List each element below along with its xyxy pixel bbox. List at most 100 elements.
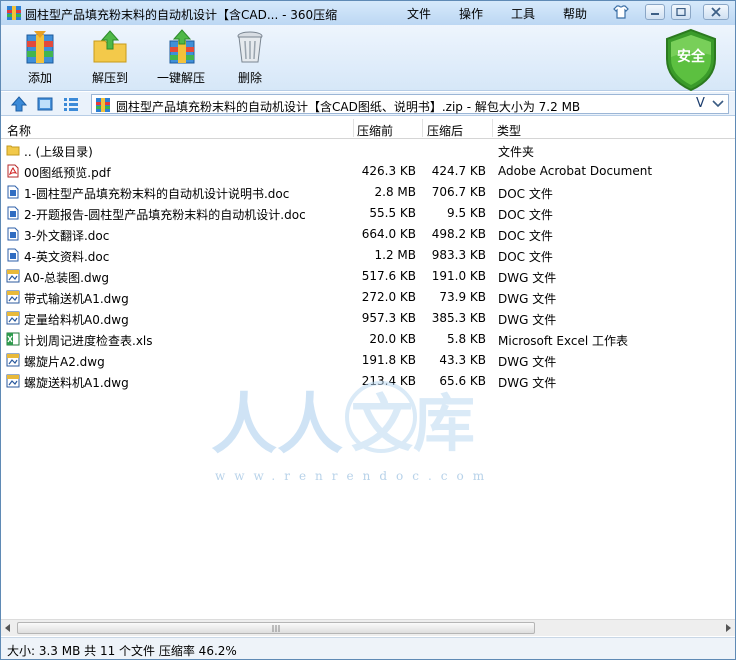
file-size: 55.5 KB	[369, 206, 416, 220]
app-logo-icon	[7, 6, 21, 20]
file-type: DWG 文件	[498, 271, 557, 285]
file-row[interactable]: A0-总装图.dwg 517.6 KB 191.0 KB DWG 文件	[1, 266, 735, 287]
doc-icon	[6, 248, 20, 265]
file-compressed-size: 424.7 KB	[431, 164, 486, 178]
file-size: 191.8 KB	[361, 353, 416, 367]
title-bar: 圆柱型产品填充粉末料的自动机设计【含CAD... - 360压缩 文件 操作 工…	[1, 1, 735, 25]
archive-icon	[96, 98, 110, 112]
close-icon	[711, 7, 721, 17]
file-name: 00图纸预览.pdf	[24, 166, 111, 180]
file-type: DOC 文件	[498, 187, 553, 201]
column-divider[interactable]	[353, 119, 354, 137]
column-size[interactable]: 压缩前	[357, 122, 393, 139]
svg-text:文库: 文库	[351, 387, 475, 460]
file-compressed-size: 706.7 KB	[431, 185, 486, 199]
dwg-icon	[6, 374, 20, 391]
file-name: 计划周记进度检查表.xls	[24, 334, 153, 348]
window-title: 圆柱型产品填充粉末料的自动机设计【含CAD... - 360压缩	[25, 8, 338, 22]
file-size: 2.8 MB	[374, 185, 416, 199]
grip-icon	[272, 625, 280, 632]
file-compressed-size: 191.0 KB	[431, 269, 486, 283]
file-name: 1-圆柱型产品填充粉末料的自动机设计说明书.doc	[24, 187, 290, 201]
file-row[interactable]: 带式输送机A1.dwg 272.0 KB 73.9 KB DWG 文件	[1, 287, 735, 308]
file-row[interactable]: 00图纸预览.pdf 426.3 KB 424.7 KB Adobe Acrobat …	[1, 161, 735, 182]
file-compressed-size: 983.3 KB	[431, 248, 486, 262]
minimize-button[interactable]	[645, 4, 665, 20]
file-row[interactable]: 螺旋送料机A1.dwg 213.4 KB 65.6 KB DWG 文件	[1, 371, 735, 392]
menu-operation[interactable]: 操作	[459, 5, 483, 22]
file-size: 20.0 KB	[369, 332, 416, 346]
column-name[interactable]: 名称	[7, 122, 31, 139]
file-compressed-size: 43.3 KB	[439, 353, 486, 367]
column-divider[interactable]	[422, 119, 423, 137]
watermark-url: www.renrendoc.com	[215, 469, 494, 483]
skin-shirt-icon[interactable]	[613, 5, 629, 19]
security-badge[interactable]: 安全	[661, 27, 721, 93]
dwg-icon	[6, 353, 20, 370]
delete-button[interactable]: 删除	[218, 29, 282, 87]
file-row[interactable]: 螺旋片A2.dwg 191.8 KB 43.3 KB DWG 文件	[1, 350, 735, 371]
file-compressed-size: 73.9 KB	[439, 290, 486, 304]
add-button-label: 添加	[27, 71, 52, 85]
file-name: 带式输送机A1.dwg	[24, 292, 129, 306]
quick-extract-label: 一键解压	[156, 71, 205, 85]
delete-label: 删除	[237, 71, 262, 85]
trash-icon	[237, 31, 263, 63]
file-compressed-size: 385.3 KB	[431, 311, 486, 325]
scroll-right-icon[interactable]	[724, 624, 732, 632]
file-row[interactable]: .. (上级目录) 文件夹	[1, 140, 735, 161]
up-arrow-icon[interactable]	[11, 96, 27, 112]
menu-tools[interactable]: 工具	[511, 5, 535, 22]
close-button[interactable]	[703, 4, 729, 20]
maximize-button[interactable]	[671, 4, 691, 20]
file-row[interactable]: 4-英文资料.doc 1.2 MB 983.3 KB DOC 文件	[1, 245, 735, 266]
file-size: 213.4 KB	[361, 374, 416, 388]
dwg-icon	[6, 290, 20, 307]
view-large-icon[interactable]	[37, 96, 53, 112]
file-size: 957.3 KB	[361, 311, 416, 325]
file-row[interactable]: 2-开题报告-圆柱型产品填充粉末料的自动机设计.doc 55.5 KB 9.5 KB…	[1, 203, 735, 224]
app-window: 圆柱型产品填充粉末料的自动机设计【含CAD... - 360压缩 文件 操作 工…	[0, 0, 736, 660]
file-row[interactable]: 定量给料机A0.dwg 957.3 KB 385.3 KB DWG 文件	[1, 308, 735, 329]
file-list: 名称 压缩前 压缩后 类型 .. (上级目录) 文件夹 00图纸预览.pdf 426.…	[1, 117, 735, 619]
horizontal-scrollbar[interactable]	[1, 619, 735, 636]
file-type: Adobe Acrobat Document	[498, 164, 653, 178]
file-type: DOC 文件	[498, 250, 553, 264]
quick-extract-button[interactable]: 一键解压	[149, 29, 213, 87]
file-type: DWG 文件	[498, 355, 557, 369]
column-divider[interactable]	[492, 119, 493, 137]
file-compressed-size: 9.5 KB	[447, 206, 486, 220]
status-bar: 大小: 3.3 MB 共 11 个文件 压缩率 46.2%	[1, 637, 735, 659]
xls-icon	[6, 332, 20, 349]
file-type: DWG 文件	[498, 292, 557, 306]
scroll-left-icon[interactable]	[4, 624, 12, 632]
file-row[interactable]: 1-圆柱型产品填充粉末料的自动机设计说明书.doc 2.8 MB 706.7 KB D…	[1, 182, 735, 203]
chevron-down-icon[interactable]	[712, 100, 724, 108]
add-archive-icon	[26, 31, 54, 64]
security-label: 安全	[677, 49, 705, 65]
file-name: 2-开题报告-圆柱型产品填充粉末料的自动机设计.doc	[24, 208, 306, 222]
add-button[interactable]: 添加	[8, 29, 72, 87]
file-name: .. (上级目录)	[24, 145, 93, 159]
path-v-mark[interactable]: V	[696, 96, 705, 111]
file-compressed-size: 498.2 KB	[431, 227, 486, 241]
dwg-icon	[6, 269, 20, 286]
file-row[interactable]: 3-外文翻译.doc 664.0 KB 498.2 KB DOC 文件	[1, 224, 735, 245]
menu-help[interactable]: 帮助	[563, 5, 587, 22]
menu-file[interactable]: 文件	[407, 5, 431, 22]
file-type: DWG 文件	[498, 313, 557, 327]
file-row[interactable]: 计划周记进度检查表.xls 20.0 KB 5.8 KB Microsoft Exce…	[1, 329, 735, 350]
view-list-icon[interactable]	[63, 96, 79, 112]
file-type: DOC 文件	[498, 208, 553, 222]
minimize-icon	[651, 13, 659, 15]
dwg-icon	[6, 311, 20, 328]
extract-to-button[interactable]: 解压到	[78, 29, 142, 87]
status-text: 大小: 3.3 MB 共 11 个文件 压缩率 46.2%	[7, 644, 237, 658]
path-field[interactable]: 圆柱型产品填充粉末料的自动机设计【含CAD图纸、说明书】.zip - 解包大小为…	[91, 94, 729, 114]
column-type[interactable]: 类型	[497, 122, 521, 139]
file-size: 517.6 KB	[361, 269, 416, 283]
file-name: 定量给料机A0.dwg	[24, 313, 129, 327]
watermark: 人人 文库 www.renrendoc.com	[201, 377, 521, 497]
column-compressed-size[interactable]: 压缩后	[427, 122, 463, 139]
scroll-thumb[interactable]	[17, 622, 535, 634]
